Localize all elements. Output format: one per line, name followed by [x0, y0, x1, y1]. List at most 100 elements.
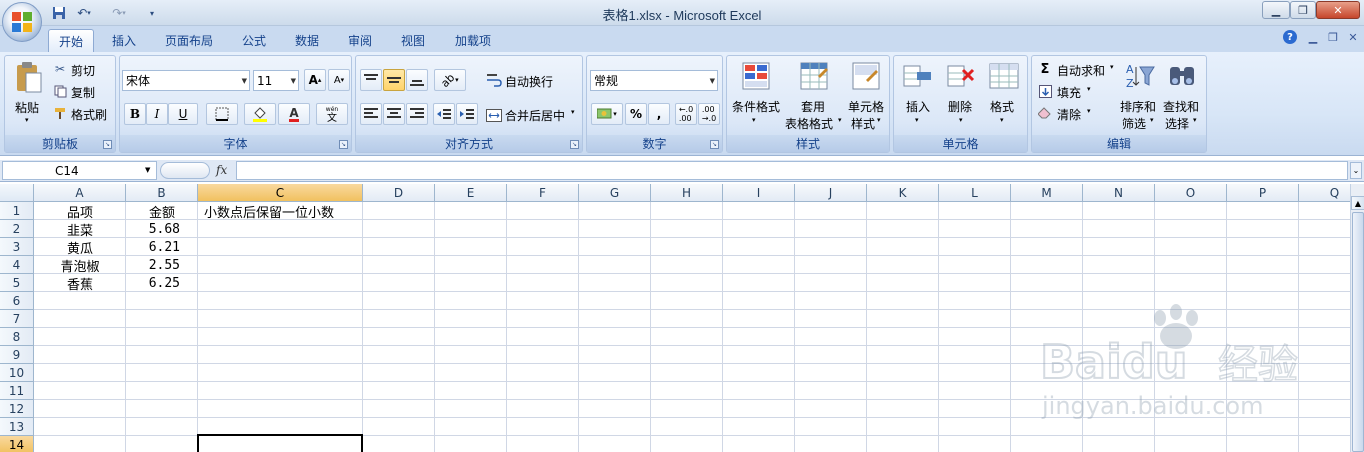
column-header-n[interactable]: N [1083, 184, 1155, 202]
row-header-13[interactable]: 13 [0, 418, 34, 436]
format-button[interactable]: 格式 [990, 98, 1014, 115]
number-launcher-icon[interactable]: ↘ [710, 140, 719, 149]
font-color-icon[interactable]: A [278, 103, 310, 125]
insert-button[interactable]: 插入 [906, 98, 930, 115]
row-header-9[interactable]: 9 [0, 346, 34, 364]
column-header-g[interactable]: G [579, 184, 651, 202]
row-header-5[interactable]: 5 [0, 274, 34, 292]
column-header-a[interactable]: A [34, 184, 126, 202]
align-bottom-icon[interactable] [406, 69, 428, 91]
align-center-icon[interactable] [383, 103, 405, 125]
column-header-l[interactable]: L [939, 184, 1011, 202]
align-right-icon[interactable] [406, 103, 428, 125]
column-header-e[interactable]: E [435, 184, 507, 202]
column-header-f[interactable]: F [507, 184, 579, 202]
formula-bar-handle[interactable] [160, 162, 210, 179]
conditional-format-button[interactable]: 条件格式 [732, 98, 780, 115]
decrease-indent-icon[interactable] [433, 103, 455, 125]
borders-icon[interactable] [206, 103, 238, 125]
cell-b1[interactable]: 金额 [126, 202, 198, 221]
format-as-table-button[interactable]: 表格格式 [785, 115, 833, 132]
orientation-icon[interactable]: ab ▾ [434, 69, 466, 91]
column-header-q[interactable]: Q [1299, 184, 1350, 202]
row-header-6[interactable]: 6 [0, 292, 34, 310]
sort-filter-label-1[interactable]: 排序和 [1120, 98, 1156, 115]
minimize-button[interactable]: ▁ [1262, 1, 1290, 19]
cell-a3[interactable]: 黄瓜 [34, 238, 126, 257]
row-header-4[interactable]: 4 [0, 256, 34, 274]
column-header-b[interactable]: B [126, 184, 198, 202]
column-header-h[interactable]: H [651, 184, 723, 202]
row-header-11[interactable]: 11 [0, 382, 34, 400]
font-launcher-icon[interactable]: ↘ [339, 140, 348, 149]
autosum-button[interactable]: 自动求和 [1057, 62, 1105, 79]
increase-decimal-icon[interactable]: ←.0.00 [675, 103, 697, 125]
cell-a4[interactable]: 青泡椒 [34, 256, 126, 275]
sort-filter-button[interactable]: 筛选 [1122, 115, 1146, 132]
find-select-button[interactable]: 选择 [1165, 115, 1189, 132]
format-as-table-label-1[interactable]: 套用 [801, 98, 825, 115]
row-header-2[interactable]: 2 [0, 220, 34, 238]
cell-a1[interactable]: 品项 [34, 202, 126, 221]
ribbon-minimize-icon[interactable]: ▁ [1306, 30, 1320, 44]
paste-button[interactable]: 粘贴 [15, 99, 39, 116]
select-all-corner[interactable] [0, 184, 34, 202]
align-top-icon[interactable] [360, 69, 382, 91]
office-button[interactable] [2, 2, 42, 42]
clipboard-launcher-icon[interactable]: ↘ [103, 140, 112, 149]
delete-button[interactable]: 删除 [948, 98, 972, 115]
scroll-thumb[interactable] [1352, 212, 1364, 452]
cell-b3[interactable]: 6.21 [126, 238, 198, 256]
clear-button[interactable]: 清除 [1057, 106, 1081, 123]
tab-review[interactable]: 审阅 [340, 29, 380, 52]
font-size-combo[interactable]: 11 ▼ [253, 70, 299, 91]
accounting-format-icon[interactable]: ▾ [591, 103, 623, 125]
decrease-decimal-icon[interactable]: .00 →.0 [698, 103, 720, 125]
column-header-o[interactable]: O [1155, 184, 1227, 202]
fill-button[interactable]: 填充 [1057, 84, 1081, 101]
align-middle-icon[interactable] [383, 69, 405, 91]
cell-c1[interactable]: 小数点后保留一位小数 [198, 202, 398, 221]
percent-button[interactable]: % [625, 103, 647, 125]
ribbon-restore-icon[interactable]: ❐ [1326, 30, 1340, 44]
cell-styles-button[interactable]: 样式 [851, 115, 875, 132]
increase-indent-icon[interactable] [456, 103, 478, 125]
tab-page-layout[interactable]: 页面布局 [158, 29, 220, 52]
name-box-dropdown-icon[interactable]: ▼ [145, 166, 150, 174]
cell-b4[interactable]: 2.55 [126, 256, 198, 274]
tab-view[interactable]: 视图 [393, 29, 433, 52]
shrink-font-icon[interactable]: A ▾ [328, 69, 350, 91]
find-select-label-1[interactable]: 查找和 [1163, 98, 1199, 115]
active-cell-c14[interactable] [197, 434, 363, 452]
format-painter-button[interactable]: 格式刷 [71, 106, 107, 123]
underline-button[interactable]: U [168, 103, 198, 125]
cell-a5[interactable]: 香蕉 [34, 274, 126, 293]
tab-home[interactable]: 开始 [48, 29, 94, 52]
copy-button[interactable]: 复制 [71, 84, 95, 101]
tab-addins[interactable]: 加载项 [447, 29, 499, 52]
row-header-12[interactable]: 12 [0, 400, 34, 418]
paste-icon[interactable] [13, 60, 45, 96]
column-header-c[interactable]: C [198, 184, 363, 202]
comma-button[interactable]: , [648, 103, 670, 125]
row-header-8[interactable]: 8 [0, 328, 34, 346]
merge-center-button[interactable]: 合并后居中 [505, 107, 565, 124]
row-header-1[interactable]: 1 [0, 202, 34, 220]
close-button[interactable]: ✕ [1316, 1, 1360, 19]
tab-insert[interactable]: 插入 [104, 29, 144, 52]
italic-button[interactable]: I [146, 103, 168, 125]
bold-button[interactable]: B [124, 103, 146, 125]
column-header-d[interactable]: D [363, 184, 435, 202]
workbook-close-icon[interactable]: ✕ [1346, 30, 1360, 44]
insert-function-icon[interactable]: fx [216, 163, 227, 177]
name-box[interactable]: C14 [2, 161, 157, 180]
row-header-7[interactable]: 7 [0, 310, 34, 328]
grow-font-icon[interactable]: A ▴ [304, 69, 326, 91]
cell-a2[interactable]: 韭菜 [34, 220, 126, 239]
cell-b5[interactable]: 6.25 [126, 274, 198, 292]
cut-button[interactable]: 剪切 [71, 62, 95, 79]
vertical-scrollbar[interactable]: ▲ [1350, 184, 1364, 452]
column-header-k[interactable]: K [867, 184, 939, 202]
fill-color-icon[interactable] [244, 103, 276, 125]
column-header-m[interactable]: M [1011, 184, 1083, 202]
